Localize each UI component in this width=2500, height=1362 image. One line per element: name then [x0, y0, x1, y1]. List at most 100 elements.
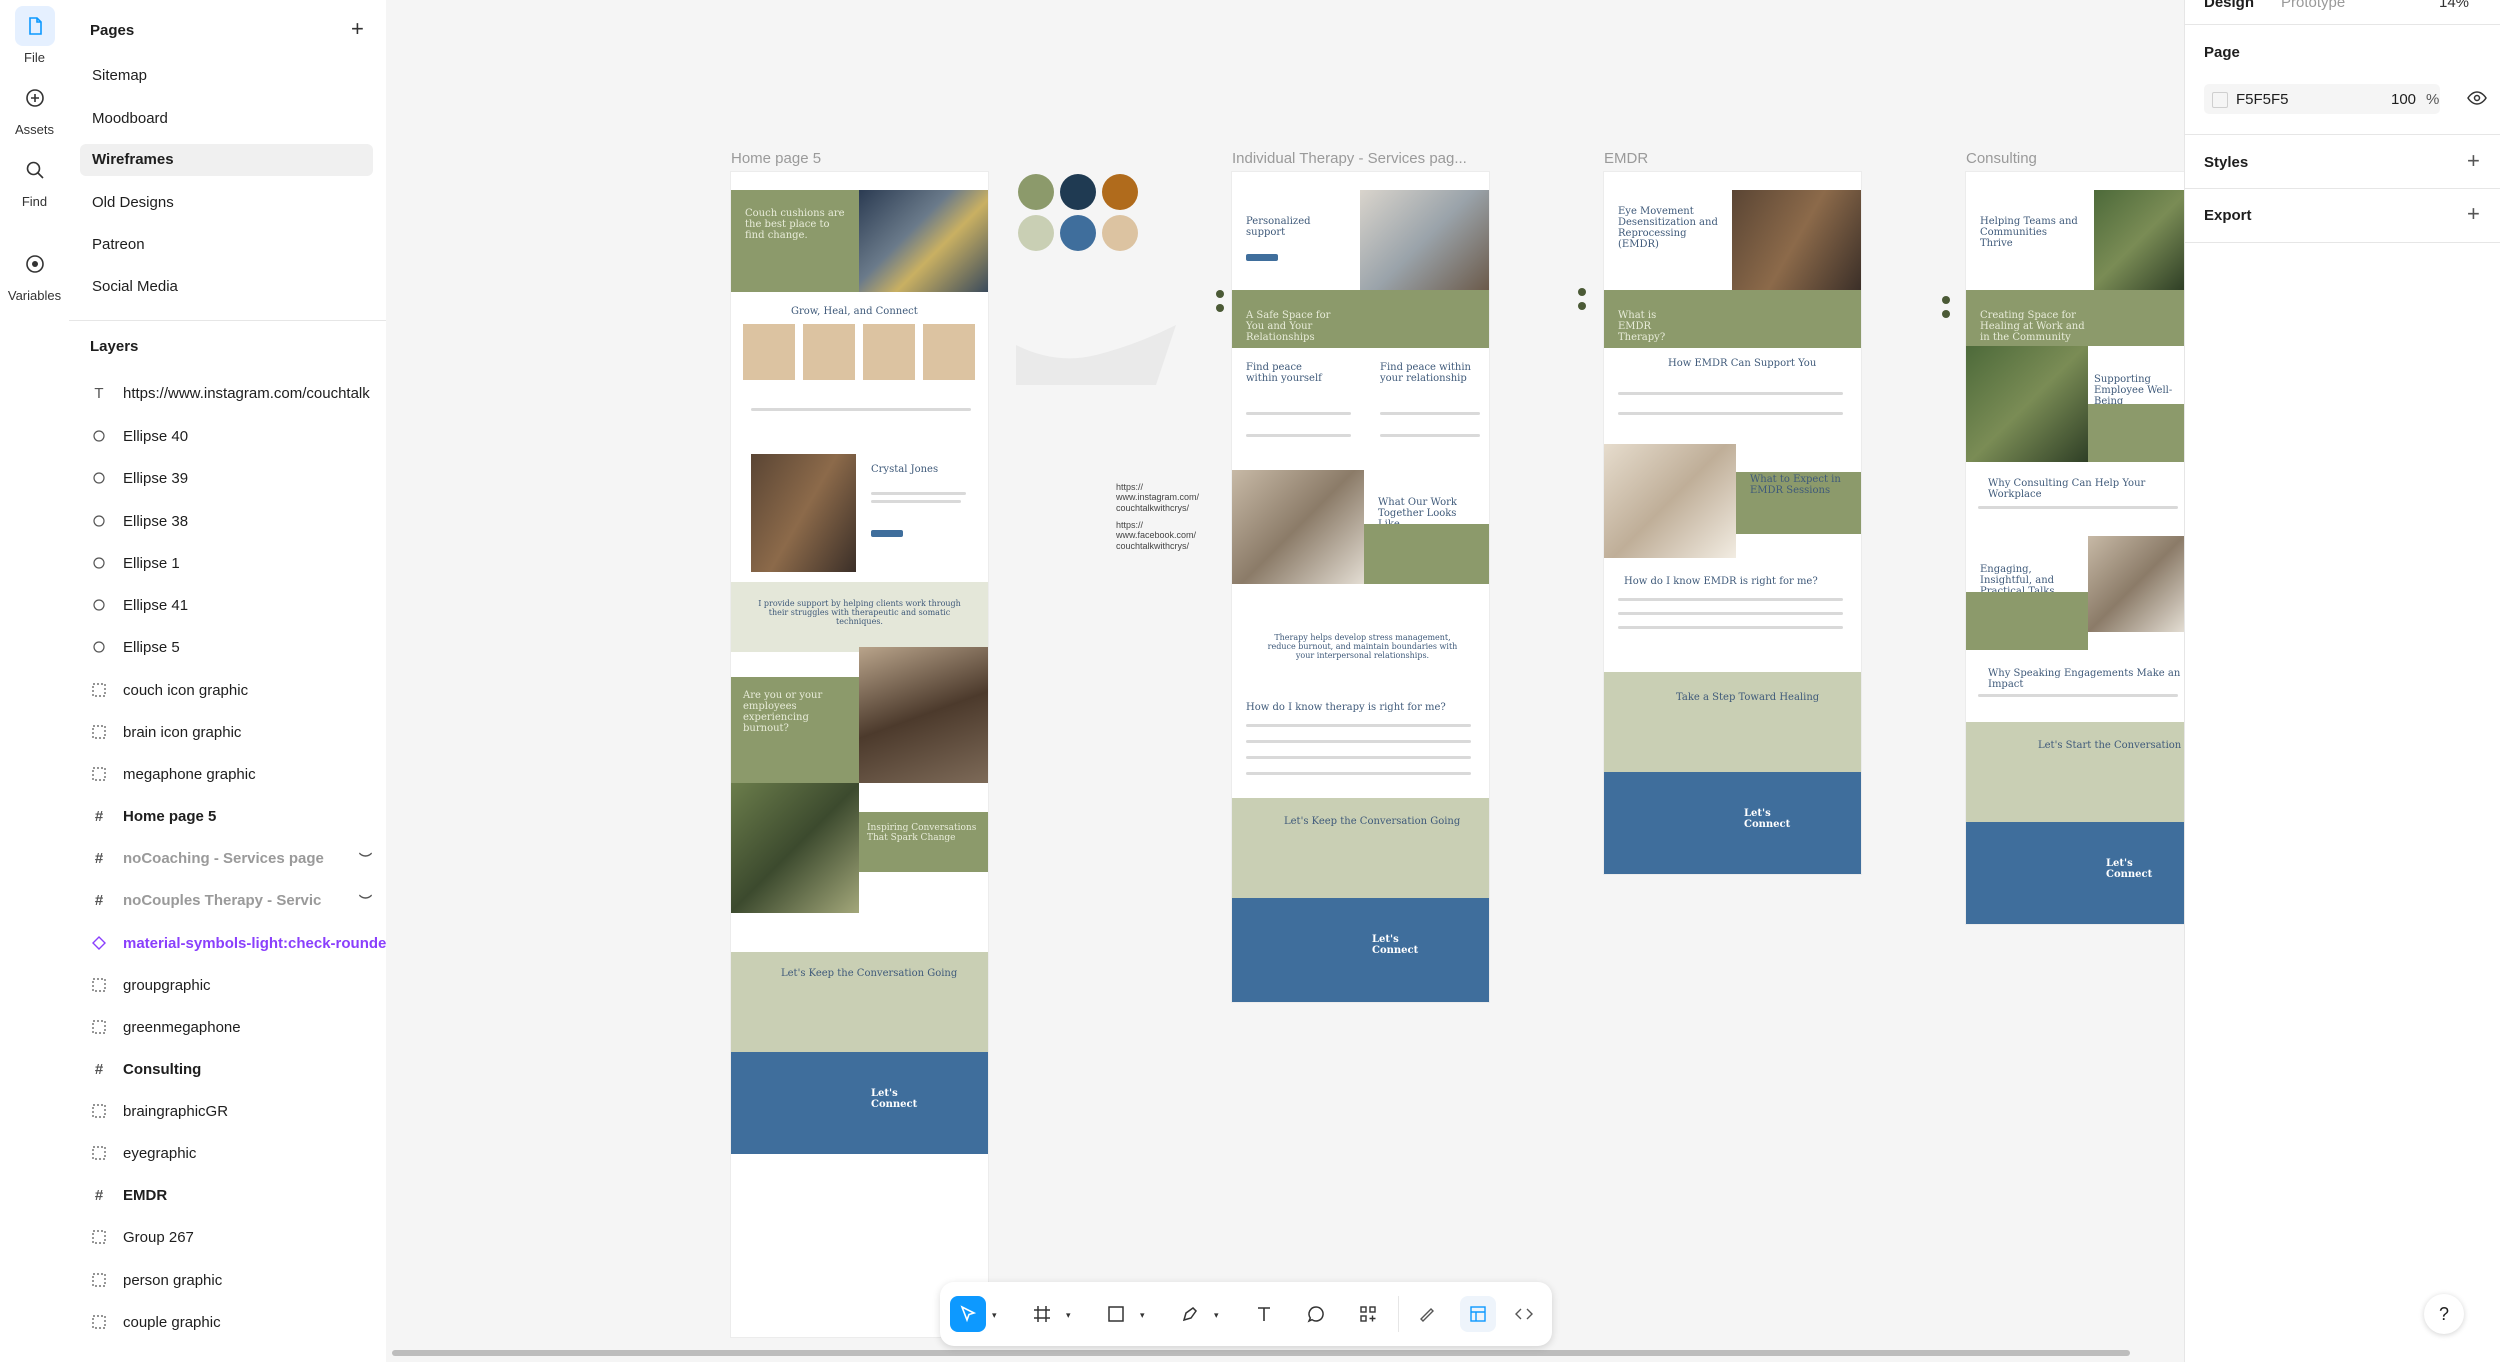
ellipse-dot[interactable] [1578, 288, 1586, 296]
layer-item[interactable]: Ellipse 38 [90, 506, 386, 536]
page-item-sitemap[interactable]: Sitemap [80, 60, 373, 92]
dev-mode-button[interactable] [1506, 1296, 1542, 1332]
layer-item[interactable]: Ellipse 39 [90, 463, 386, 493]
ellipse-dot[interactable] [1578, 302, 1586, 310]
design-canvas[interactable]: Home page 5 Couch cushions are the best … [386, 0, 2184, 1362]
frame-label-consulting[interactable]: Consulting [1966, 150, 2037, 167]
frame-consulting[interactable]: Helping Teams and Communities Thrive Cre… [1966, 172, 2184, 924]
move-tool-button[interactable] [950, 1296, 986, 1332]
ellipse-dot[interactable] [1942, 310, 1950, 318]
page-item-old-designs[interactable]: Old Designs [80, 187, 373, 219]
rail-variables[interactable]: Variables [0, 244, 69, 303]
rectangle-tool-button[interactable] [1098, 1296, 1134, 1332]
comment-tool-button[interactable] [1298, 1296, 1334, 1332]
frame-icon: # [94, 807, 104, 825]
frame-label-individual[interactable]: Individual Therapy - Services pag... [1232, 150, 1467, 167]
page-color-field[interactable]: F5F5F5 100 % [2204, 84, 2440, 114]
frame-emdr[interactable]: Eye Movement Desensitization and Reproce… [1604, 172, 1861, 874]
ellipse-dot[interactable] [1216, 304, 1224, 312]
layer-item[interactable]: Ellipse 1 [90, 548, 386, 578]
frame-label-home[interactable]: Home page 5 [731, 150, 821, 167]
facebook-url-text[interactable]: https:// www.facebook.com/ couchtalkwith… [1116, 520, 1206, 551]
ellipse-dot[interactable] [1216, 290, 1224, 298]
frame-label-emdr[interactable]: EMDR [1604, 150, 1648, 167]
layer-item[interactable]: Ellipse 40 [90, 421, 386, 451]
layer-item[interactable]: groupgraphic [90, 970, 386, 1000]
rail-assets[interactable]: Assets [0, 78, 69, 137]
tab-prototype[interactable]: Prototype [2281, 0, 2345, 11]
eye-icon[interactable] [2467, 88, 2487, 113]
pen-tool-button[interactable] [1172, 1296, 1208, 1332]
toolbar-divider [1398, 1296, 1399, 1332]
home-connect-title: Let's Connect [871, 1088, 918, 1110]
layer-item[interactable]: brain icon graphic [90, 717, 386, 747]
layer-item[interactable]: braingraphicGR [90, 1096, 386, 1126]
color-swatch[interactable] [1102, 174, 1138, 210]
help-button[interactable]: ? [2424, 1294, 2464, 1334]
layer-item[interactable]: Ellipse 5 [90, 632, 386, 662]
rail-find[interactable]: Find [0, 150, 69, 209]
canvas-scrollbar[interactable] [392, 1350, 2130, 1356]
emdr-connect-title: Let's Connect [1744, 808, 1791, 830]
layer-item[interactable]: # noCoaching - Services page ︶ [90, 843, 386, 873]
layer-item[interactable]: couch icon graphic [90, 675, 386, 705]
frame-individual-therapy[interactable]: Personalized support A Safe Space for Yo… [1232, 172, 1489, 1002]
layer-item[interactable]: greenmegaphone [90, 1012, 386, 1042]
add-page-icon[interactable]: + [351, 18, 364, 40]
text-line [871, 492, 966, 495]
tab-design[interactable]: Design [2204, 0, 2254, 11]
layer-item[interactable]: couple graphic [90, 1307, 386, 1337]
hidden-eye-icon[interactable]: ︶ [359, 849, 372, 868]
chevron-down-icon[interactable]: ▾ [1140, 1310, 1145, 1321]
color-swatch[interactable] [1018, 215, 1054, 251]
chevron-down-icon[interactable]: ▾ [1066, 1310, 1071, 1321]
layer-item[interactable]: Thttps://www.instagram.com/couchtalk [90, 378, 386, 408]
actions-button[interactable] [1350, 1296, 1386, 1332]
opacity-value[interactable]: 100 [2391, 91, 2416, 108]
design-mode-button[interactable] [1460, 1296, 1496, 1332]
text-icon: T [94, 384, 104, 402]
zoom-level[interactable]: 14% [2439, 0, 2469, 11]
frame-tool-button[interactable] [1024, 1296, 1060, 1332]
layer-item[interactable]: material-symbols-light:check-rounde [90, 928, 386, 958]
layer-item[interactable]: # EMDR [90, 1180, 386, 1210]
layer-item[interactable]: Ellipse 41 [90, 590, 386, 620]
color-swatch[interactable] [1018, 174, 1054, 210]
page-item-patreon[interactable]: Patreon [80, 229, 373, 261]
text-tool-button[interactable] [1246, 1296, 1282, 1332]
layer-item[interactable]: Group 267 [90, 1222, 386, 1252]
layer-item[interactable]: # noCouples Therapy - Servic ︶ [90, 885, 386, 915]
add-style-icon[interactable]: + [2467, 150, 2480, 172]
text-line [1978, 694, 2178, 697]
draw-mode-button[interactable] [1410, 1296, 1446, 1332]
frame-home-page[interactable]: Couch cushions are the best place to fin… [731, 172, 988, 1337]
add-export-icon[interactable]: + [2467, 203, 2480, 225]
home-name: Crystal Jones [871, 464, 939, 475]
ellipse-dot[interactable] [1942, 296, 1950, 304]
chevron-down-icon[interactable]: ▾ [992, 1310, 997, 1321]
rail-file[interactable]: File [0, 6, 69, 65]
rectangle-icon [1108, 1306, 1124, 1322]
color-swatch[interactable] [1102, 215, 1138, 251]
pages-title: Pages [90, 22, 135, 39]
hidden-eye-icon[interactable]: ︶ [359, 891, 372, 910]
wave-shape[interactable] [1016, 315, 1176, 385]
chevron-down-icon[interactable]: ▾ [1214, 1310, 1219, 1321]
page-color-value[interactable]: F5F5F5 [2236, 91, 2289, 108]
layer-item[interactable]: person graphic [90, 1265, 386, 1295]
instagram-url-text[interactable]: https:// www.instagram.com/ couchtalkwit… [1116, 482, 1206, 513]
color-swatch[interactable] [1060, 215, 1096, 251]
page-item-social-media[interactable]: Social Media [80, 271, 373, 303]
color-swatch[interactable] [1060, 174, 1096, 210]
cons-supporting-panel [2088, 404, 2184, 462]
layer-item[interactable]: # Home page 5 [90, 801, 386, 831]
color-chip[interactable] [2212, 92, 2228, 108]
page-item-moodboard[interactable]: Moodboard [80, 103, 373, 135]
layer-item[interactable]: megaphone graphic [90, 759, 386, 789]
ind-peace2: Find peace within your relationship [1380, 362, 1471, 384]
layer-item[interactable]: # Consulting [90, 1054, 386, 1084]
layer-item[interactable]: eyegraphic [90, 1138, 386, 1168]
text-line [1380, 434, 1480, 437]
home-btn [871, 530, 903, 537]
page-item-wireframes[interactable]: Wireframes [80, 144, 373, 176]
